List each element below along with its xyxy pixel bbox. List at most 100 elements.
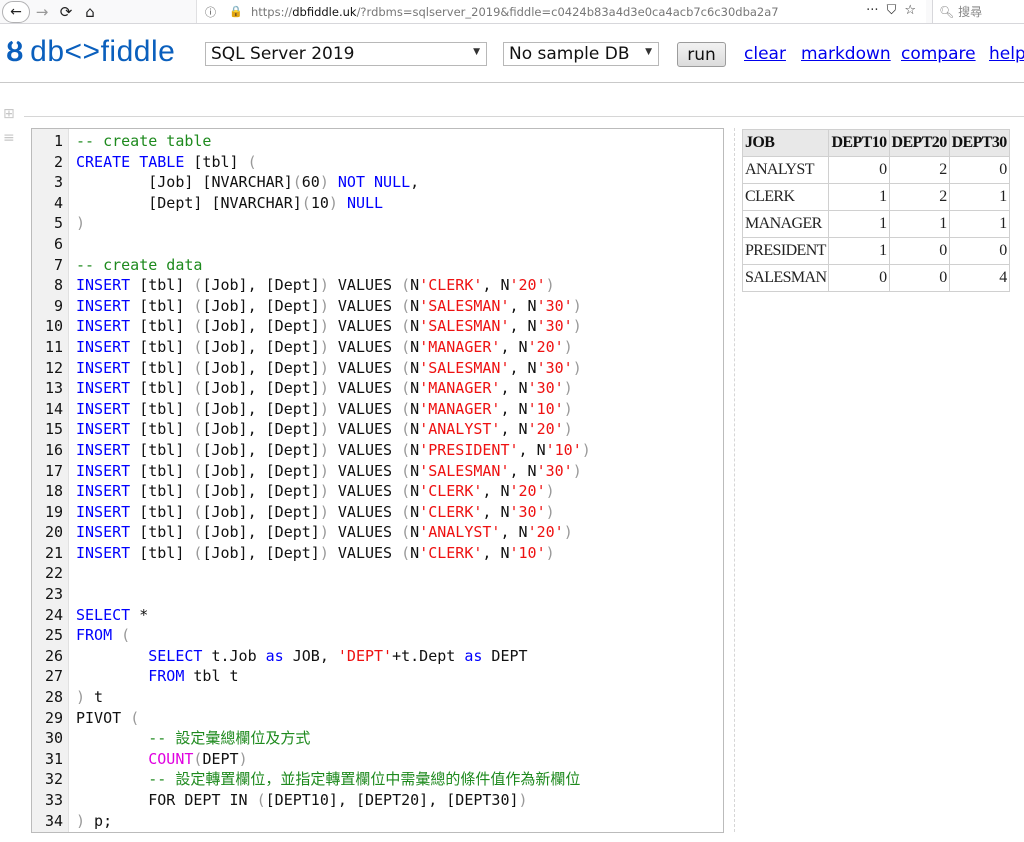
search-input[interactable]: 🔍︎ 搜尋: [932, 0, 1024, 23]
code-text: INSERT [tbl] ([Job], [Dept]) VALUES (N'A…: [76, 419, 573, 440]
code-token: FROM: [76, 626, 113, 645]
code-token: , N: [500, 399, 528, 418]
table-cell: 0: [888, 264, 950, 292]
pocket-icon[interactable]: ⛉: [887, 3, 897, 18]
add-box-icon[interactable]: ⊞: [3, 106, 15, 122]
code-token: INSERT: [76, 482, 131, 501]
code-token: VALUES: [328, 440, 402, 459]
code-line[interactable]: 20 INSERT [tbl] ([Job], [Dept]) VALUES (N…: [32, 522, 723, 543]
code-line[interactable]: 16 INSERT [tbl] ([Job], [Dept]) VALUES (N…: [32, 440, 723, 461]
column-header: JOB: [741, 129, 830, 157]
run-button[interactable]: run: [677, 42, 726, 67]
code-line[interactable]: 32 -- 設定轉置欄位，並指定轉置欄位中需彙總的條件值作為新欄位: [32, 769, 723, 790]
line-number: 34: [44, 811, 63, 830]
code-line[interactable]: 15 INSERT [tbl] ([Job], [Dept]) VALUES (N…: [32, 419, 723, 440]
column-header: DEPT30: [948, 129, 1010, 157]
compare-link[interactable]: compare: [901, 44, 976, 64]
back-arrow-icon[interactable]: ←: [2, 0, 30, 23]
code-line[interactable]: 5): [32, 213, 723, 234]
code-line[interactable]: 21 INSERT [tbl] ([Job], [Dept]) VALUES (N…: [32, 543, 723, 564]
line-number: 26: [44, 646, 63, 665]
code-line[interactable]: 26 SELECT t.Job as JOB, 'DEPT'+t.Dept as…: [32, 646, 723, 667]
code-line[interactable]: 8 INSERT [tbl] ([Job], [Dept]) VALUES (N'…: [32, 275, 723, 296]
code-line[interactable]: 13 INSERT [tbl] ([Job], [Dept]) VALUES (N…: [32, 378, 723, 399]
code-token: (: [401, 358, 411, 377]
bookmark-star-icon[interactable]: ☆: [904, 3, 916, 18]
sql-editor[interactable]: 1 -- create table 2 CREATE TABLE [tbl] (3 […: [31, 128, 724, 833]
clear-link[interactable]: clear: [744, 44, 786, 64]
code-line[interactable]: 11 INSERT [tbl] ([Job], [Dept]) VALUES (N…: [32, 337, 723, 358]
line-number: 25: [44, 626, 63, 645]
code-token: [tbl]: [130, 502, 194, 521]
code-line[interactable]: 19 INSERT [tbl] ([Job], [Dept]) VALUES (N…: [32, 502, 723, 523]
code-line[interactable]: 31 COUNT(DEPT): [32, 749, 723, 770]
code-line[interactable]: 14 INSERT [tbl] ([Job], [Dept]) VALUES (N…: [32, 399, 723, 420]
code-token: '30': [527, 379, 564, 398]
table-cell: 1: [948, 183, 1010, 211]
code-token: [Job], [Dept]: [202, 358, 320, 377]
code-token: , N: [509, 317, 537, 336]
table-cell: 0: [888, 237, 950, 265]
code-token: N: [410, 482, 420, 501]
code-line[interactable]: 24 SELECT *: [32, 605, 723, 626]
code-line[interactable]: 2 CREATE TABLE [tbl] (: [32, 152, 723, 173]
help-link[interactable]: help: [989, 44, 1024, 64]
code-line[interactable]: 17 INSERT [tbl] ([Job], [Dept]) VALUES (N…: [32, 461, 723, 482]
code-line[interactable]: 25 FROM (: [32, 625, 723, 646]
home-icon[interactable]: ⌂: [78, 0, 102, 24]
code-token: ): [572, 296, 582, 315]
code-line[interactable]: 3 [Job] [NVARCHAR](60) NOT NULL,: [32, 172, 723, 193]
logo[interactable]: ȣ db<>fiddle: [6, 35, 175, 69]
code-token: ): [319, 440, 329, 459]
code-line[interactable]: 18 INSERT [tbl] ([Job], [Dept]) VALUES (N…: [32, 481, 723, 502]
code-token: 'ANALYST': [419, 420, 501, 439]
code-token: ): [319, 296, 329, 315]
code-token: N: [410, 379, 420, 398]
line-number: 29: [44, 708, 63, 727]
code-token: '30': [536, 358, 573, 377]
code-line[interactable]: 1 -- create table: [32, 131, 723, 152]
code-line[interactable]: 4 [Dept] [NVARCHAR](10) NULL: [32, 193, 723, 214]
code-token: (: [401, 276, 411, 295]
sample-db-select[interactable]: No sample DB ▼: [503, 42, 659, 66]
code-line[interactable]: 28) t: [32, 687, 723, 708]
code-line[interactable]: 6: [32, 234, 723, 255]
code-token: VALUES: [328, 420, 402, 439]
table-cell: 0: [948, 237, 1010, 265]
code-token: ): [545, 276, 555, 295]
code-line[interactable]: 12 INSERT [tbl] ([Job], [Dept]) VALUES (N…: [32, 358, 723, 379]
forward-arrow-icon[interactable]: →: [30, 0, 54, 24]
address-bar[interactable]: ⓘ 🔒 https://dbfiddle.uk/?rdbms=sqlserver…: [196, 0, 926, 23]
code-line[interactable]: 30 -- 設定彙總欄位及方式: [32, 728, 723, 749]
code-line[interactable]: 9 INSERT [tbl] ([Job], [Dept]) VALUES (N'…: [32, 296, 723, 317]
pane-splitter[interactable]: [734, 128, 735, 832]
code-line[interactable]: 34) p;: [32, 811, 723, 832]
code-token: as: [265, 646, 284, 665]
line-number: 32: [44, 770, 63, 789]
reload-icon[interactable]: ⟳: [54, 0, 78, 24]
code-line[interactable]: 7 -- create data: [32, 255, 723, 276]
code-token: [Job], [Dept]: [202, 502, 320, 521]
table-row: ANALYST 0 2 0: [741, 156, 1010, 184]
rdbms-select[interactable]: SQL Server 2019 ▼: [205, 42, 487, 66]
code-line[interactable]: 22: [32, 563, 723, 584]
code-token: , N: [509, 358, 537, 377]
code-token: ): [563, 337, 573, 356]
more-icon[interactable]: ···: [866, 3, 878, 18]
markdown-link[interactable]: markdown: [801, 44, 891, 64]
code-line[interactable]: 27 FROM tbl t: [32, 666, 723, 687]
info-icon[interactable]: ⓘ: [205, 4, 221, 20]
code-token: SELECT: [148, 646, 203, 665]
url-actions: ··· ⛉ ☆: [866, 3, 916, 18]
code-area[interactable]: 1 -- create table 2 CREATE TABLE [tbl] (3 […: [32, 131, 723, 831]
code-line[interactable]: 10 INSERT [tbl] ([Job], [Dept]) VALUES (N…: [32, 316, 723, 337]
hamburger-menu-icon[interactable]: ≡: [3, 130, 15, 146]
code-text: FOR DEPT IN ([DEPT10], [DEPT20], [DEPT30…: [76, 790, 527, 811]
code-text: -- create data: [76, 255, 202, 276]
code-text: SELECT t.Job as JOB, 'DEPT'+t.Dept as DE…: [76, 646, 527, 667]
code-line[interactable]: 33 FOR DEPT IN ([DEPT10], [DEPT20], [DEP…: [32, 790, 723, 811]
code-line[interactable]: 23: [32, 584, 723, 605]
code-line[interactable]: 29 PIVOT (: [32, 708, 723, 729]
dropdown-arrow-icon: ▼: [473, 47, 480, 57]
table-cell: 4: [948, 264, 1010, 292]
